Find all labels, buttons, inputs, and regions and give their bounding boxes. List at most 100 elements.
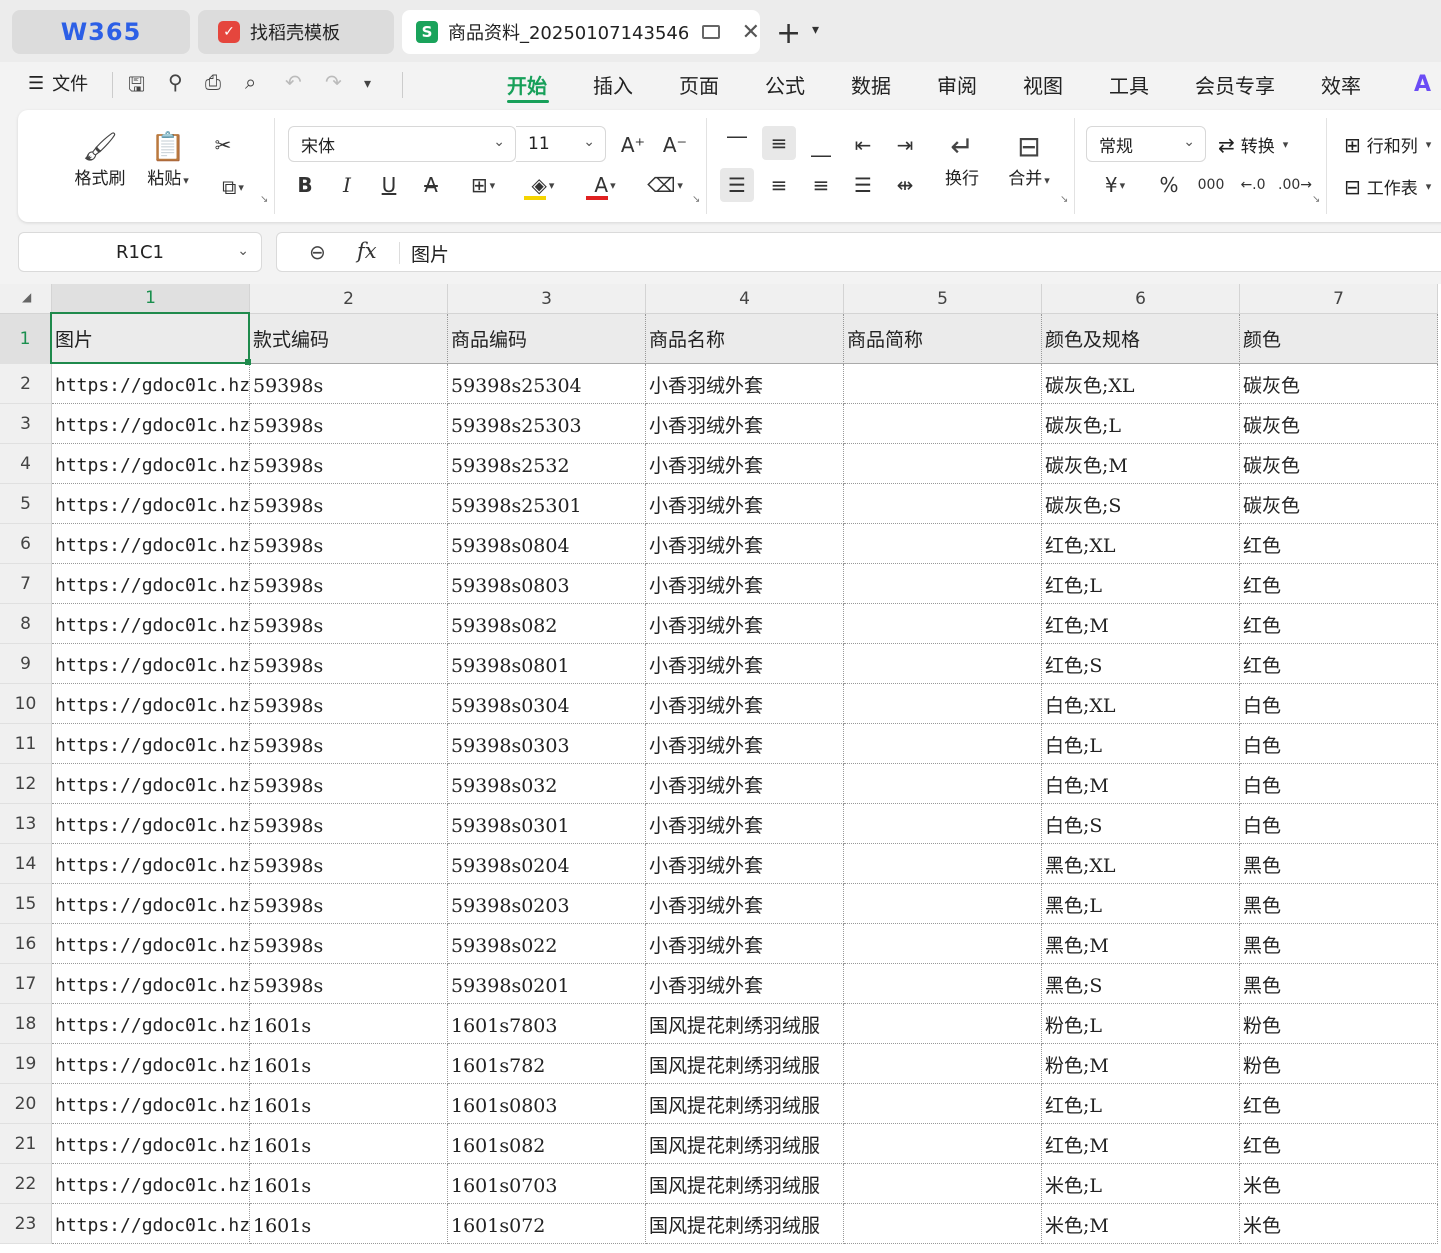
fill-color-icon[interactable]: ◈ ▾: [518, 168, 568, 202]
table-cell[interactable]: 小香羽绒外套: [646, 684, 844, 724]
row-header[interactable]: 15: [0, 884, 52, 924]
table-cell[interactable]: https://gdoc01c.hz: [52, 1044, 250, 1084]
table-cell[interactable]: [844, 444, 1042, 484]
decrease-font-icon[interactable]: A⁻: [658, 128, 692, 162]
new-tab-plus-icon[interactable]: +: [776, 16, 801, 51]
align-top-icon[interactable]: ⎺: [720, 128, 754, 162]
row-header[interactable]: 17: [0, 964, 52, 1004]
table-cell[interactable]: [844, 364, 1042, 404]
table-cell[interactable]: [844, 1004, 1042, 1044]
table-cell[interactable]: 白色;M: [1042, 764, 1240, 804]
convert-button[interactable]: ⇄ 转换 ▾: [1218, 132, 1288, 158]
table-cell[interactable]: 碳灰色: [1240, 364, 1438, 404]
row-header[interactable]: 16: [0, 924, 52, 964]
table-cell[interactable]: 白色;L: [1042, 724, 1240, 764]
table-cell[interactable]: 59398s25304: [448, 364, 646, 404]
table-cell[interactable]: 59398s082: [448, 604, 646, 644]
table-cell[interactable]: 1601s082: [448, 1124, 646, 1164]
table-cell[interactable]: 1601s: [250, 1124, 448, 1164]
table-cell[interactable]: 红色: [1240, 1124, 1438, 1164]
row-header[interactable]: 5: [0, 484, 52, 524]
table-cell[interactable]: 1601s0703: [448, 1164, 646, 1204]
table-cell[interactable]: 59398s0201: [448, 964, 646, 1004]
table-cell[interactable]: 59398s2532: [448, 444, 646, 484]
close-tab-icon[interactable]: ✕: [742, 20, 760, 45]
table-cell[interactable]: 1601s7803: [448, 1004, 646, 1044]
increase-decimal-icon[interactable]: ←.0: [1236, 168, 1270, 202]
table-cell[interactable]: 粉色: [1240, 1044, 1438, 1084]
table-cell[interactable]: 黑色;M: [1042, 924, 1240, 964]
table-cell[interactable]: https://gdoc01c.hz: [52, 404, 250, 444]
font-size-select[interactable]: 11 ⌄: [516, 126, 606, 162]
worksheet-button[interactable]: ⊟ 工作表 ▾: [1344, 174, 1431, 200]
table-cell[interactable]: 米色: [1240, 1164, 1438, 1204]
table-cell[interactable]: 59398s0803: [448, 564, 646, 604]
row-header[interactable]: 4: [0, 444, 52, 484]
menu-tab-tools[interactable]: 工具: [1109, 70, 1149, 99]
table-cell[interactable]: https://gdoc01c.hz: [52, 804, 250, 844]
table-cell[interactable]: 59398s: [250, 884, 448, 924]
row-header[interactable]: 20: [0, 1084, 52, 1124]
dialog-launcher-icon[interactable]: ↘: [1060, 194, 1068, 205]
table-cell[interactable]: 1601s: [250, 1044, 448, 1084]
table-cell[interactable]: 白色: [1240, 804, 1438, 844]
table-cell[interactable]: 黑色: [1240, 924, 1438, 964]
zoom-search-icon[interactable]: ⊖: [309, 240, 326, 264]
table-cell[interactable]: https://gdoc01c.hz: [52, 764, 250, 804]
table-cell[interactable]: 59398s: [250, 924, 448, 964]
table-cell[interactable]: 小香羽绒外套: [646, 524, 844, 564]
table-cell[interactable]: 红色: [1240, 1084, 1438, 1124]
table-cell[interactable]: 黑色: [1240, 884, 1438, 924]
table-cell[interactable]: 59398s: [250, 844, 448, 884]
align-left-icon[interactable]: ☰: [720, 168, 754, 202]
clear-format-icon[interactable]: ⌫ ▾: [640, 168, 690, 202]
table-cell[interactable]: 59398s0801: [448, 644, 646, 684]
table-cell[interactable]: [844, 844, 1042, 884]
table-cell[interactable]: 米色;M: [1042, 1204, 1240, 1244]
distribute-icon[interactable]: ⇹: [888, 168, 922, 202]
table-cell[interactable]: 黑色;XL: [1042, 844, 1240, 884]
table-cell[interactable]: 粉色: [1240, 1004, 1438, 1044]
row-header[interactable]: 3: [0, 404, 52, 444]
row-header[interactable]: 6: [0, 524, 52, 564]
table-cell[interactable]: 小香羽绒外套: [646, 964, 844, 1004]
decrease-decimal-icon[interactable]: .00→: [1278, 168, 1312, 202]
align-middle-icon[interactable]: ≡: [762, 126, 796, 160]
column-header[interactable]: 4: [646, 284, 844, 314]
table-cell[interactable]: 59398s: [250, 524, 448, 564]
table-cell[interactable]: 国风提花刺绣羽绒服: [646, 1124, 844, 1164]
column-header[interactable]: 1: [52, 284, 250, 314]
table-cell[interactable]: 1601s: [250, 1164, 448, 1204]
table-cell[interactable]: 小香羽绒外套: [646, 484, 844, 524]
thousands-separator-icon[interactable]: 000: [1194, 168, 1228, 202]
header-cell[interactable]: 图片: [52, 314, 250, 364]
table-cell[interactable]: 白色: [1240, 724, 1438, 764]
menu-tab-formula[interactable]: 公式: [765, 70, 805, 99]
row-header[interactable]: 2: [0, 364, 52, 404]
table-cell[interactable]: 国风提花刺绣羽绒服: [646, 1044, 844, 1084]
table-cell[interactable]: 碳灰色: [1240, 444, 1438, 484]
print-icon[interactable]: ⎙: [205, 70, 221, 94]
table-cell[interactable]: [844, 884, 1042, 924]
table-cell[interactable]: 白色: [1240, 764, 1438, 804]
borders-icon[interactable]: ⊞ ▾: [458, 168, 508, 202]
table-cell[interactable]: https://gdoc01c.hz: [52, 564, 250, 604]
share-icon[interactable]: ⚲: [168, 70, 183, 94]
header-cell[interactable]: 商品名称: [646, 314, 844, 364]
table-cell[interactable]: 小香羽绒外套: [646, 404, 844, 444]
ai-assistant-icon[interactable]: A: [1414, 72, 1431, 97]
justify-icon[interactable]: ☰: [846, 168, 880, 202]
menu-tab-insert[interactable]: 插入: [593, 70, 633, 99]
column-header[interactable]: 7: [1240, 284, 1438, 314]
table-cell[interactable]: 碳灰色;M: [1042, 444, 1240, 484]
table-cell[interactable]: https://gdoc01c.hz: [52, 484, 250, 524]
table-cell[interactable]: 59398s0301: [448, 804, 646, 844]
table-cell[interactable]: https://gdoc01c.hz: [52, 1004, 250, 1044]
table-cell[interactable]: 小香羽绒外套: [646, 844, 844, 884]
rows-cols-button[interactable]: ⊞ 行和列 ▾: [1344, 132, 1431, 158]
table-cell[interactable]: 红色: [1240, 564, 1438, 604]
table-cell[interactable]: 小香羽绒外套: [646, 804, 844, 844]
row-header[interactable]: 8: [0, 604, 52, 644]
table-cell[interactable]: [844, 724, 1042, 764]
table-cell[interactable]: 小香羽绒外套: [646, 604, 844, 644]
